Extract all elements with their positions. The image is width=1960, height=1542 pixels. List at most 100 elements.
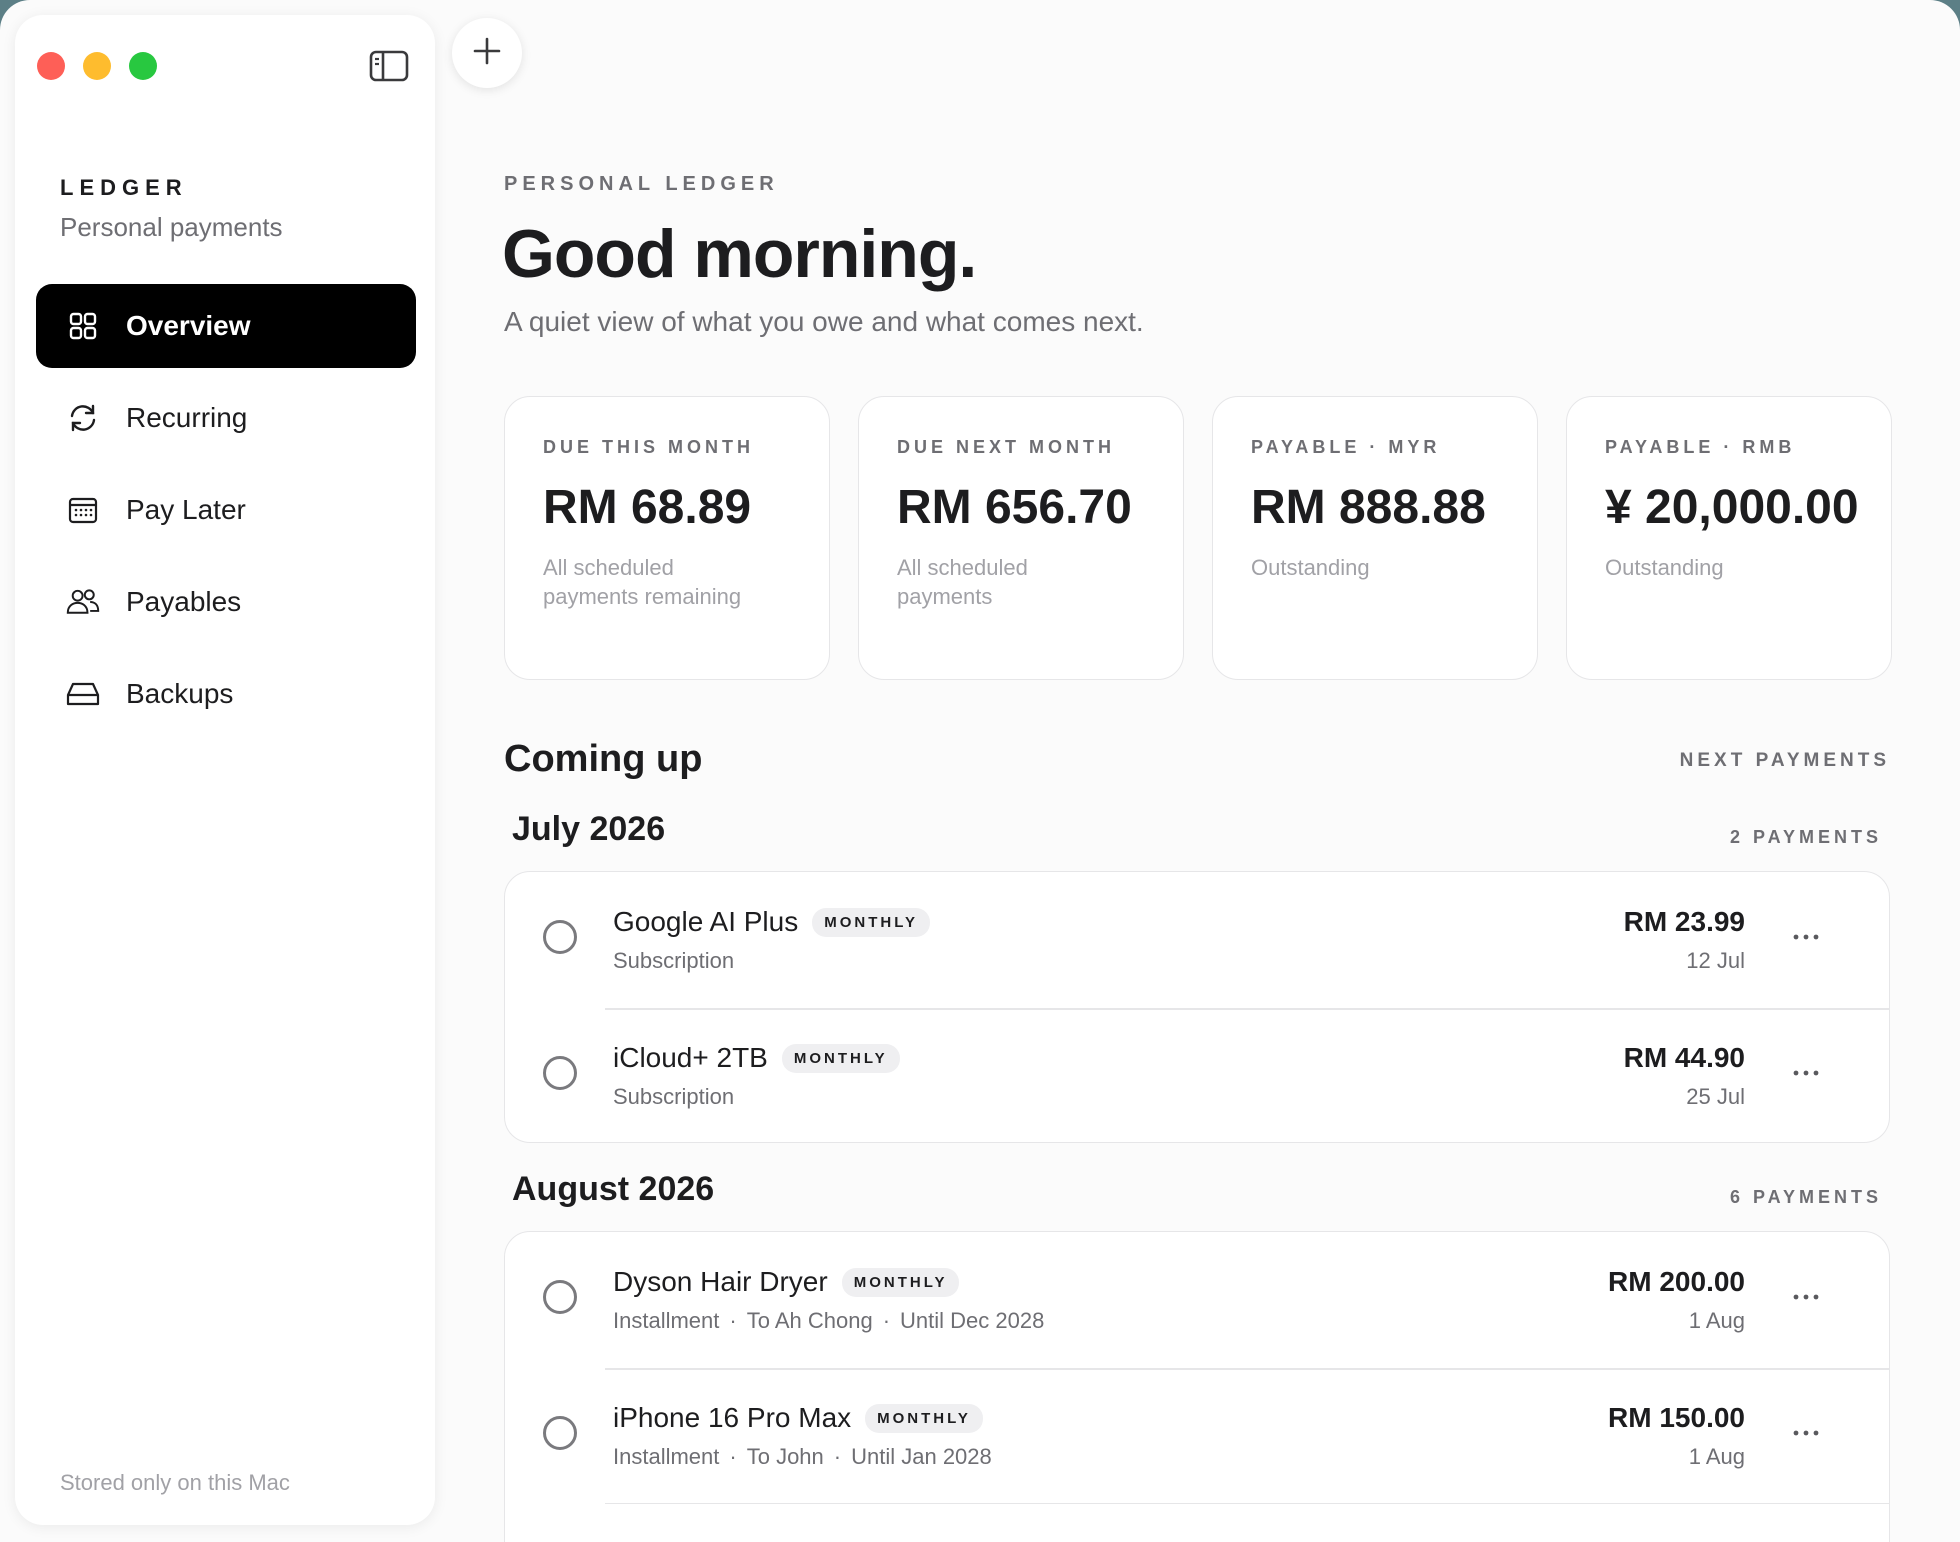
- stat-note: Outstanding: [1605, 555, 1724, 580]
- plus-icon: [472, 36, 502, 71]
- separator-dot: ·: [833, 1444, 842, 1469]
- stat-label: PAYABLE · RMB: [1605, 437, 1796, 457]
- payment-type: Subscription: [613, 1084, 735, 1109]
- payment-amount: RM 23.99: [1623, 906, 1745, 937]
- payment-name: Google AI Plus: [613, 906, 799, 937]
- mark-paid-checkbox[interactable]: [543, 1056, 577, 1090]
- stat-value: ¥ 20,000.00: [1605, 481, 1859, 534]
- payment-date: 12 Jul: [1686, 948, 1745, 973]
- frequency-badge: MONTHLY: [812, 907, 931, 937]
- frequency-badge: MONTHLY: [865, 1403, 983, 1433]
- sidebar-item-label: Recurring: [126, 402, 248, 433]
- sidebar-toggle-icon[interactable]: [369, 49, 409, 83]
- mark-paid-checkbox[interactable]: [543, 1280, 577, 1314]
- more-options-icon[interactable]: [1791, 927, 1821, 947]
- payment-end: Until Jan 2028: [851, 1444, 992, 1469]
- payment-group-august: Dyson Hair Dryer MONTHLY Installment · To …: [504, 1231, 1890, 1542]
- zoom-window-button[interactable]: [129, 52, 157, 80]
- payment-amount: RM 44.90: [1623, 1042, 1745, 1073]
- payment-subtitle: Installment · To Ah Chong · Until Dec 2028: [613, 1308, 1044, 1334]
- sidebar-item-recurring[interactable]: Recurring: [36, 376, 416, 460]
- separator-dot: ·: [729, 1444, 737, 1469]
- payment-type: Installment: [613, 1308, 720, 1333]
- payment-end: Until Dec 2028: [900, 1308, 1045, 1333]
- storage-note: Stored only on this Mac: [60, 1470, 290, 1495]
- payment-title: Dyson Hair Dryer MONTHLY: [613, 1266, 960, 1298]
- payment-date: 1 Aug: [1688, 1308, 1745, 1333]
- payment-name: Dyson Hair Dryer: [613, 1266, 828, 1297]
- stat-value: RM 656.70: [897, 481, 1132, 534]
- month-title: July 2026: [512, 810, 666, 848]
- drive-icon: [66, 677, 100, 711]
- section-tag-next-payments: NEXT PAYMENTS: [1679, 750, 1890, 771]
- more-options-icon[interactable]: [1791, 1423, 1821, 1443]
- payment-row[interactable]: Google AI Plus MONTHLY Subscription RM 2…: [505, 872, 1889, 1008]
- app-window: LEDGER Personal payments Overview Recurr…: [0, 0, 1960, 1542]
- stat-note: Outstanding: [1251, 555, 1370, 580]
- brand-title: LEDGER: [60, 175, 188, 200]
- page-eyebrow: PERSONAL LEDGER: [504, 173, 779, 195]
- stat-card-payable-myr: PAYABLE · MYR RM 888.88 Outstanding: [1212, 396, 1538, 680]
- add-payment-button[interactable]: [452, 18, 522, 88]
- payment-amount: RM 200.00: [1608, 1266, 1745, 1297]
- mark-paid-checkbox[interactable]: [543, 1416, 577, 1450]
- payment-title: iCloud+ 2TB MONTHLY: [613, 1042, 900, 1074]
- more-options-icon[interactable]: [1791, 1287, 1821, 1307]
- payment-row[interactable]: iPhone 16 Pro Max MONTHLY Installment · To…: [505, 1368, 1889, 1504]
- sidebar-item-label: Backups: [126, 678, 234, 709]
- refresh-icon: [66, 401, 100, 435]
- payment-name: iCloud+ 2TB: [613, 1042, 768, 1073]
- payment-group-july: Google AI Plus MONTHLY Subscription RM 2…: [504, 871, 1890, 1143]
- stat-card-payable-rmb: PAYABLE · RMB ¥ 20,000.00 Outstanding: [1566, 396, 1892, 680]
- calendar-icon: [66, 493, 100, 527]
- separator-dot: ·: [882, 1308, 891, 1333]
- mark-paid-checkbox[interactable]: [543, 920, 577, 954]
- page-subtitle: A quiet view of what you owe and what co…: [504, 306, 1144, 337]
- sidebar-item-label: Payables: [126, 586, 242, 617]
- payment-amount: RM 150.00: [1608, 1402, 1745, 1433]
- payment-row[interactable]: Dyson Hair Dryer MONTHLY Installment · To …: [505, 1232, 1889, 1368]
- sidebar-item-overview[interactable]: Overview: [36, 284, 416, 368]
- payment-subtitle: Subscription: [613, 948, 734, 974]
- stat-card-due-this-month: DUE THIS MONTH RM 68.89 All scheduled pa…: [504, 396, 830, 680]
- payment-recipient: To Ah Chong: [746, 1308, 873, 1333]
- payment-subtitle: Installment · To John · Until Jan 2028: [613, 1444, 992, 1470]
- sidebar-item-label: Overview: [126, 310, 251, 341]
- month-payment-count: 2 PAYMENTS: [1729, 827, 1882, 847]
- sidebar-item-pay-later[interactable]: Pay Later: [36, 468, 416, 552]
- frequency-badge: MONTHLY: [841, 1267, 960, 1297]
- payment-title: iPhone 16 Pro Max MONTHLY: [613, 1402, 983, 1434]
- sidebar-item-label: Pay Later: [126, 494, 246, 525]
- payment-name: iPhone 16 Pro Max: [613, 1402, 852, 1433]
- grid-icon: [66, 309, 100, 343]
- stat-label: DUE NEXT MONTH: [897, 437, 1115, 457]
- month-payment-count: 6 PAYMENTS: [1729, 1187, 1882, 1207]
- payment-title: Google AI Plus MONTHLY: [613, 906, 931, 938]
- stat-card-due-next-month: DUE NEXT MONTH RM 656.70 All scheduled p…: [858, 396, 1184, 680]
- sidebar-nav: Overview Recurring Pay Later Payables Ba…: [36, 284, 416, 744]
- payment-date: 25 Jul: [1686, 1084, 1745, 1109]
- sidebar-item-backups[interactable]: Backups: [36, 652, 416, 736]
- sidebar-item-payables[interactable]: Payables: [36, 560, 416, 644]
- minimize-window-button[interactable]: [83, 52, 111, 80]
- payment-date: 1 Aug: [1688, 1444, 1745, 1469]
- sidebar: LEDGER Personal payments Overview Recurr…: [15, 15, 435, 1525]
- stat-value: RM 888.88: [1251, 481, 1486, 534]
- stat-note: All scheduled payments remaining: [543, 555, 742, 609]
- page-title: Good morning.: [502, 216, 977, 292]
- payment-recipient: To John: [746, 1444, 824, 1469]
- payment-row[interactable]: iCloud+ 2TB MONTHLY Subscription RM 44.9…: [505, 1008, 1889, 1142]
- close-window-button[interactable]: [37, 52, 65, 80]
- stat-value: RM 68.89: [543, 481, 752, 534]
- more-options-icon[interactable]: [1791, 1063, 1821, 1083]
- stat-label: DUE THIS MONTH: [543, 437, 754, 457]
- payment-subtitle: Subscription: [613, 1084, 734, 1110]
- payment-type: Installment: [613, 1444, 720, 1469]
- frequency-badge: MONTHLY: [781, 1043, 900, 1073]
- payment-type: Subscription: [613, 948, 735, 973]
- stat-label: PAYABLE · MYR: [1251, 437, 1441, 457]
- brand-subtitle: Personal payments: [60, 212, 283, 242]
- stat-note: All scheduled payments: [897, 555, 1028, 609]
- month-title: August 2026: [512, 1170, 715, 1208]
- section-title-coming-up: Coming up: [504, 738, 703, 780]
